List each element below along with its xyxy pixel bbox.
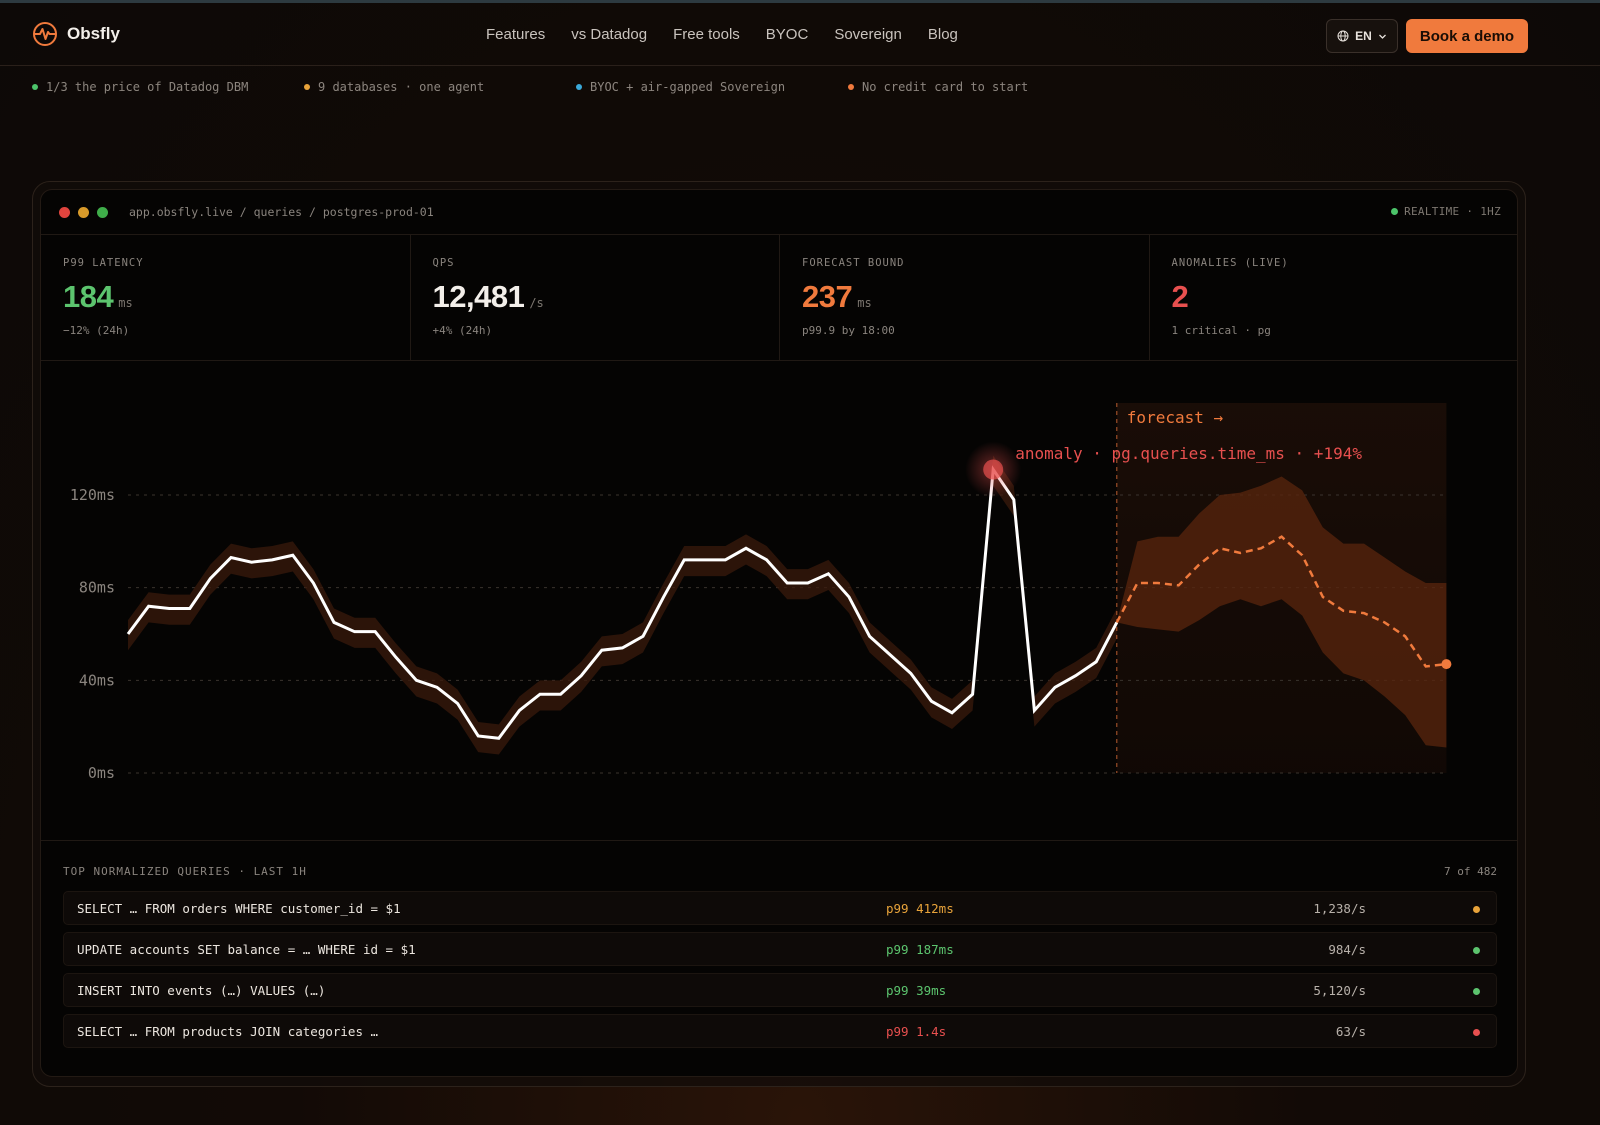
y-tick-label: 120ms [70,486,115,504]
kpi-qps: QPS 12,481/s +4% (24h) [411,235,780,361]
query-row[interactable]: SELECT … FROM products JOIN categories …… [63,1014,1497,1048]
actual-confidence-band [128,455,1117,755]
query-row[interactable]: INSERT INTO events (…) VALUES (…) p99 39… [63,973,1497,1007]
status-dot [576,84,582,90]
top-navigation: Obsfly Features vs Datadog Free tools BY… [0,3,1600,65]
query-rate: 63/s [1335,1024,1366,1039]
kpi-value: 2 [1171,279,1189,314]
queries-count: 7 of 482 [1444,865,1497,878]
query-p99: p99 412ms [886,901,954,916]
kpi-label: P99 LATENCY [63,257,144,269]
query-p99: p99 187ms [886,942,954,957]
book-demo-button[interactable]: Book a demo [1406,19,1528,53]
query-sql: INSERT INTO events (…) VALUES (…) [77,983,326,998]
query-rate: 984/s [1328,942,1366,957]
query-sql: SELECT … FROM products JOIN categories … [77,1024,379,1039]
query-status-dot [1473,988,1480,995]
query-p99: p99 1.4s [886,1024,947,1039]
y-tick-label: 0ms [88,764,115,782]
y-tick-label: 80ms [79,579,115,597]
chevron-down-icon [1378,34,1386,39]
brand[interactable]: Obsfly [32,21,120,47]
actual-series-line [126,465,1119,740]
badge-text: 9 databases · one agent [318,80,485,94]
badge-no-card: No credit card to start [848,80,1028,94]
query-row[interactable]: SELECT … FROM orders WHERE customer_id =… [63,891,1497,925]
query-rate: 5,120/s [1313,983,1366,998]
kpi-strip: P99 LATENCY 184 ms −12% (24h) QPS 12,481/… [41,235,1518,361]
latency-chart-svg: 120ms 80ms 40ms 0ms forecast → anomaly · pg.q… [70,403,1452,782]
kpi-delta: 1 critical · pg [1171,324,1271,337]
y-tick-label: 40ms [79,671,115,689]
status-dot [32,84,38,90]
top-queries: TOP NORMALIZED QUERIES · LAST 1H 7 of 48… [41,841,1517,1076]
query-row[interactable]: UPDATE accounts SET balance = … WHERE id… [63,932,1497,966]
nav-link-byoc[interactable]: BYOC [766,26,809,43]
kpi-forecast-bound: FORECAST BOUND 237 ms p99.9 by 18:00 [780,235,1150,361]
nav-link-vs-datadog[interactable]: vs Datadog [571,26,647,43]
kpi-delta: +4% (24h) [432,324,493,337]
nav-link-free-tools[interactable]: Free tools [673,26,740,43]
kpi-anomalies: ANOMALIES (LIVE) 2 1 critical · pg [1150,235,1518,361]
kpi-value: 12,481 [432,279,525,314]
kpi-unit: ms [118,296,133,310]
query-rate: 1,238/s [1313,901,1366,916]
kpi-delta: p99.9 by 18:00 [802,324,895,337]
kpi-unit: /s [529,296,544,310]
language-label: EN [1355,29,1372,43]
nav-links: Features vs Datadog Free tools BYOC Sove… [486,26,958,43]
window-titlebar: app.obsfly.live / queries / postgres-pro… [41,190,1517,235]
badge-price: 1/3 the price of Datadog DBM [32,80,248,94]
kpi-p99-latency: P99 LATENCY 184 ms −12% (24h) [41,235,411,361]
maximize-dot[interactable] [97,207,108,218]
kpi-label: QPS [432,257,455,269]
status-dot [848,84,854,90]
latency-chart: 120ms 80ms 40ms 0ms forecast → anomaly · pg.q… [41,361,1517,841]
badge-byoc: BYOC + air-gapped Sovereign [576,80,785,94]
kpi-value: 237 [802,279,853,314]
forecast-label: forecast → [1127,408,1224,427]
query-sql: UPDATE accounts SET balance = … WHERE id… [77,942,416,957]
close-dot[interactable] [59,207,70,218]
anomaly-marker [983,459,1004,480]
anomaly-label: anomaly · pg.queries.time_ms · +194% [1015,444,1362,463]
query-status-dot [1473,1029,1480,1036]
nav-link-features[interactable]: Features [486,26,545,43]
globe-icon [1337,30,1349,42]
forecast-endpoint [1441,659,1452,670]
query-status-dot [1473,906,1480,913]
kpi-unit: ms [857,296,872,310]
nav-link-blog[interactable]: Blog [928,26,958,43]
minimize-dot[interactable] [78,207,89,218]
kpi-delta: −12% (24h) [63,324,130,337]
badge-text: 1/3 the price of Datadog DBM [46,80,249,94]
query-sql: SELECT … FROM orders WHERE customer_id =… [77,901,401,916]
brand-name: Obsfly [67,24,120,43]
badge-text: No credit card to start [862,80,1029,94]
nav-link-sovereign[interactable]: Sovereign [834,26,902,43]
app-window: app.obsfly.live / queries / postgres-pro… [40,189,1518,1077]
live-dot [1391,208,1399,215]
pulse-logo-icon [33,22,57,46]
badge-text: BYOC + air-gapped Sovereign [590,80,786,94]
language-selector[interactable]: EN [1326,19,1398,53]
queries-title: TOP NORMALIZED QUERIES · LAST 1H [63,865,307,878]
nav-divider [0,65,1600,66]
kpi-label: FORECAST BOUND [802,257,905,269]
query-p99: p99 39ms [886,983,947,998]
realtime-status: REALTIME · 1HZ [1391,205,1501,218]
kpi-value: 184 [63,279,114,314]
feature-badges: 1/3 the price of Datadog DBM 9 databases… [0,80,1600,100]
kpi-label: ANOMALIES (LIVE) [1171,257,1289,269]
status-dot [304,84,310,90]
badge-databases: 9 databases · one agent [304,80,484,94]
query-status-dot [1473,947,1480,954]
realtime-label: REALTIME · 1HZ [1404,205,1501,218]
breadcrumb: app.obsfly.live / queries / postgres-pro… [129,205,434,219]
